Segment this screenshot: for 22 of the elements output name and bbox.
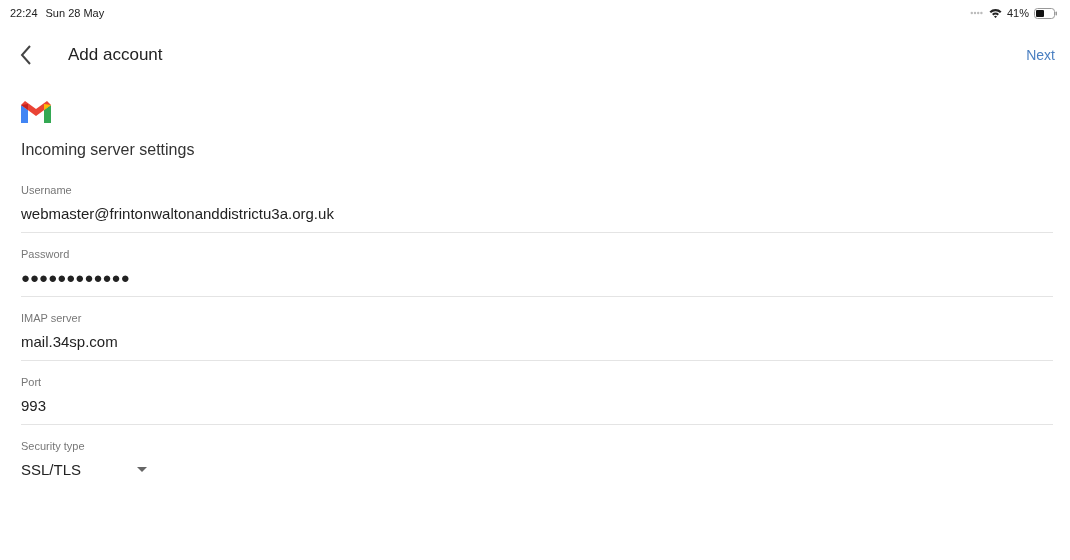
- input-field[interactable]: mail.34sp.com: [21, 333, 118, 350]
- field-label: Username: [21, 184, 72, 196]
- page-title: Add account: [68, 45, 163, 65]
- battery-icon: [1034, 7, 1058, 19]
- back-icon[interactable]: [20, 45, 32, 65]
- field-label: Password: [21, 248, 70, 260]
- field-label: IMAP server: [21, 312, 82, 324]
- status-date: Sun 28 May: [45, 7, 105, 19]
- caret-icon: [137, 467, 148, 472]
- field-label: Security type: [21, 440, 85, 452]
- wifi-icon: [988, 8, 1002, 18]
- status-time: 22:24: [10, 7, 38, 19]
- signal-icon: [969, 11, 984, 15]
- field-label: Port: [21, 376, 42, 388]
- dropdown[interactable]: SSL/TLS: [21, 461, 148, 478]
- input-field[interactable]: 993: [21, 397, 47, 414]
- section-heading: Incoming server settings: [21, 141, 196, 159]
- input-field[interactable]: webmaster@frintonwaltonanddistrictu3a.org.uk: [21, 205, 334, 222]
- battery-percent: 41%: [1006, 7, 1029, 19]
- next-button[interactable]: Next: [1026, 47, 1055, 63]
- mail-logo-icon: [21, 101, 51, 125]
- input-field[interactable]: ●●●●●●●●●●●●: [21, 269, 130, 286]
